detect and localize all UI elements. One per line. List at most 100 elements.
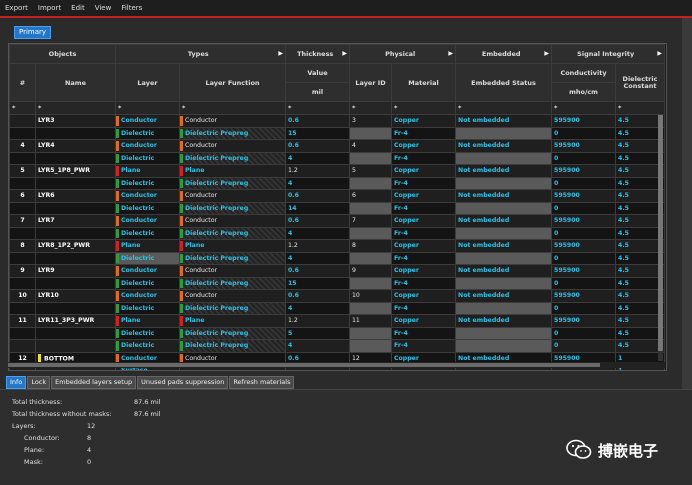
- material-cell[interactable]: Copper: [390, 114, 457, 128]
- layer-number-cell[interactable]: [9, 151, 36, 165]
- thickness-value-cell[interactable]: 0.6: [285, 189, 350, 203]
- header-thickness[interactable]: Thickness ▶: [285, 44, 350, 64]
- tab-refresh-materials[interactable]: Refresh materials: [229, 376, 295, 389]
- layer-type-cell[interactable]: Plane: [115, 314, 180, 328]
- embedded-status-cell[interactable]: [455, 301, 553, 315]
- filter-embedded-status[interactable]: *: [455, 101, 553, 115]
- scroll-thumb[interactable]: [658, 115, 663, 351]
- conductivity-cell[interactable]: 0: [551, 176, 617, 190]
- layer-name-cell[interactable]: [35, 201, 116, 215]
- conductivity-cell[interactable]: 595900: [551, 214, 617, 228]
- layer-name-cell[interactable]: LYR10: [35, 289, 116, 303]
- layer-id-cell[interactable]: 4: [349, 139, 392, 153]
- embedded-status-cell[interactable]: Not embedded: [455, 164, 553, 178]
- layer-name-cell[interactable]: LYR9: [35, 264, 116, 278]
- menu-export[interactable]: Export: [0, 4, 33, 12]
- layer-id-cell[interactable]: [349, 201, 392, 215]
- embedded-status-cell[interactable]: [455, 201, 553, 215]
- layer-function-cell[interactable]: Dielectric Prepreg: [179, 176, 286, 190]
- material-cell[interactable]: Fr-4: [390, 301, 457, 315]
- embedded-status-cell[interactable]: [455, 276, 553, 290]
- layer-number-cell[interactable]: [9, 226, 36, 240]
- layer-number-cell[interactable]: [9, 114, 36, 128]
- menu-edit[interactable]: Edit: [66, 4, 90, 12]
- layer-number-cell[interactable]: [9, 176, 36, 190]
- layer-name-cell[interactable]: [35, 339, 116, 353]
- layer-number-cell[interactable]: 6: [9, 189, 36, 203]
- layer-function-cell[interactable]: Dielectric Prepreg: [179, 251, 286, 265]
- conductivity-cell[interactable]: 595900: [551, 264, 617, 278]
- layer-type-cell[interactable]: Dielectric: [115, 226, 180, 240]
- table-row[interactable]: 10 LYR10 Conductor Conductor 0.6 10 Copper Not …: [9, 289, 666, 303]
- layer-id-cell[interactable]: [349, 226, 392, 240]
- layer-id-cell[interactable]: [349, 301, 392, 315]
- layer-id-cell[interactable]: 8: [349, 239, 392, 253]
- conductivity-cell[interactable]: 0: [551, 201, 617, 215]
- thickness-value-cell[interactable]: 0.6: [285, 214, 350, 228]
- filter-num[interactable]: *: [9, 101, 36, 115]
- layer-number-cell[interactable]: [9, 201, 36, 215]
- filter-layer[interactable]: *: [115, 101, 180, 115]
- conductivity-cell[interactable]: 595900: [551, 314, 617, 328]
- tab-unused-pads-suppression[interactable]: Unused pads suppression: [137, 376, 229, 389]
- layer-type-cell[interactable]: Dielectric: [115, 251, 180, 265]
- material-cell[interactable]: Fr-4: [390, 151, 457, 165]
- layer-id-cell[interactable]: [349, 326, 392, 340]
- horizontal-scrollbar[interactable]: [8, 362, 665, 368]
- layer-function-cell[interactable]: Dielectric Prepreg: [179, 226, 286, 240]
- table-row[interactable]: 8 LYR8_1P2_PWR Plane Plane 1.2 8 Copper Not emb…: [9, 239, 666, 253]
- material-cell[interactable]: Copper: [390, 164, 457, 178]
- expand-arrow-icon[interactable]: ▶: [657, 50, 662, 57]
- layer-number-cell[interactable]: [9, 251, 36, 265]
- col-layer[interactable]: Layer: [115, 63, 180, 102]
- table-row[interactable]: Dielectric Dielectric Prepreg 4 Fr-4 0 4.5: [9, 301, 666, 315]
- tab-primary[interactable]: Primary: [14, 26, 52, 39]
- conductivity-cell[interactable]: 0: [551, 301, 617, 315]
- thickness-value-cell[interactable]: 4: [285, 301, 350, 315]
- col-material[interactable]: Material: [390, 63, 457, 102]
- material-cell[interactable]: Copper: [390, 314, 457, 328]
- thickness-value-cell[interactable]: 1.2: [285, 164, 350, 178]
- layer-number-cell[interactable]: 5: [9, 164, 36, 178]
- thickness-value-cell[interactable]: 15: [285, 276, 350, 290]
- tab-lock[interactable]: Lock: [27, 376, 51, 389]
- layer-name-cell[interactable]: [35, 126, 116, 140]
- layer-function-cell[interactable]: Plane: [179, 314, 286, 328]
- layer-id-cell[interactable]: [349, 151, 392, 165]
- embedded-status-cell[interactable]: Not embedded: [455, 139, 553, 153]
- conductivity-cell[interactable]: 0: [551, 276, 617, 290]
- layer-id-cell[interactable]: 9: [349, 264, 392, 278]
- conductivity-cell[interactable]: 0: [551, 339, 617, 353]
- layer-type-cell[interactable]: Conductor: [115, 114, 180, 128]
- layer-name-cell[interactable]: LYR8_1P2_PWR: [35, 239, 116, 253]
- layer-function-cell[interactable]: Conductor: [179, 114, 286, 128]
- embedded-status-cell[interactable]: Not embedded: [455, 239, 553, 253]
- thickness-value-cell[interactable]: 0.6: [285, 289, 350, 303]
- layer-type-cell[interactable]: Dielectric: [115, 176, 180, 190]
- thickness-value-cell[interactable]: 0.6: [285, 114, 350, 128]
- layer-number-cell[interactable]: [9, 126, 36, 140]
- layer-number-cell[interactable]: [9, 276, 36, 290]
- table-row[interactable]: 11 LYR11_3P3_PWR Plane Plane 1.2 11 Copper Not …: [9, 314, 666, 328]
- layer-name-cell[interactable]: [35, 326, 116, 340]
- layer-name-cell[interactable]: [35, 251, 116, 265]
- filter-layer-id[interactable]: *: [349, 101, 392, 115]
- embedded-status-cell[interactable]: [455, 151, 553, 165]
- layer-number-cell[interactable]: 7: [9, 214, 36, 228]
- thickness-value-cell[interactable]: 1.2: [285, 314, 350, 328]
- thickness-value-cell[interactable]: 1.2: [285, 239, 350, 253]
- layer-type-cell[interactable]: Plane: [115, 164, 180, 178]
- conductivity-cell[interactable]: 0: [551, 226, 617, 240]
- conductivity-cell[interactable]: 595900: [551, 164, 617, 178]
- layer-id-cell[interactable]: 10: [349, 289, 392, 303]
- material-cell[interactable]: Fr-4: [390, 176, 457, 190]
- thickness-value-cell[interactable]: 14: [285, 201, 350, 215]
- layer-number-cell[interactable]: 10: [9, 289, 36, 303]
- layer-id-cell[interactable]: 3: [349, 114, 392, 128]
- embedded-status-cell[interactable]: [455, 339, 553, 353]
- table-row[interactable]: LYR3 Conductor Conductor 0.6 3 Copper Not embe…: [9, 114, 666, 128]
- layer-name-cell[interactable]: [35, 301, 116, 315]
- layer-name-cell[interactable]: LYR3: [35, 114, 116, 128]
- material-cell[interactable]: Fr-4: [390, 126, 457, 140]
- table-row[interactable]: 4 LYR4 Conductor Conductor 0.6 4 Copper Not emb…: [9, 139, 666, 153]
